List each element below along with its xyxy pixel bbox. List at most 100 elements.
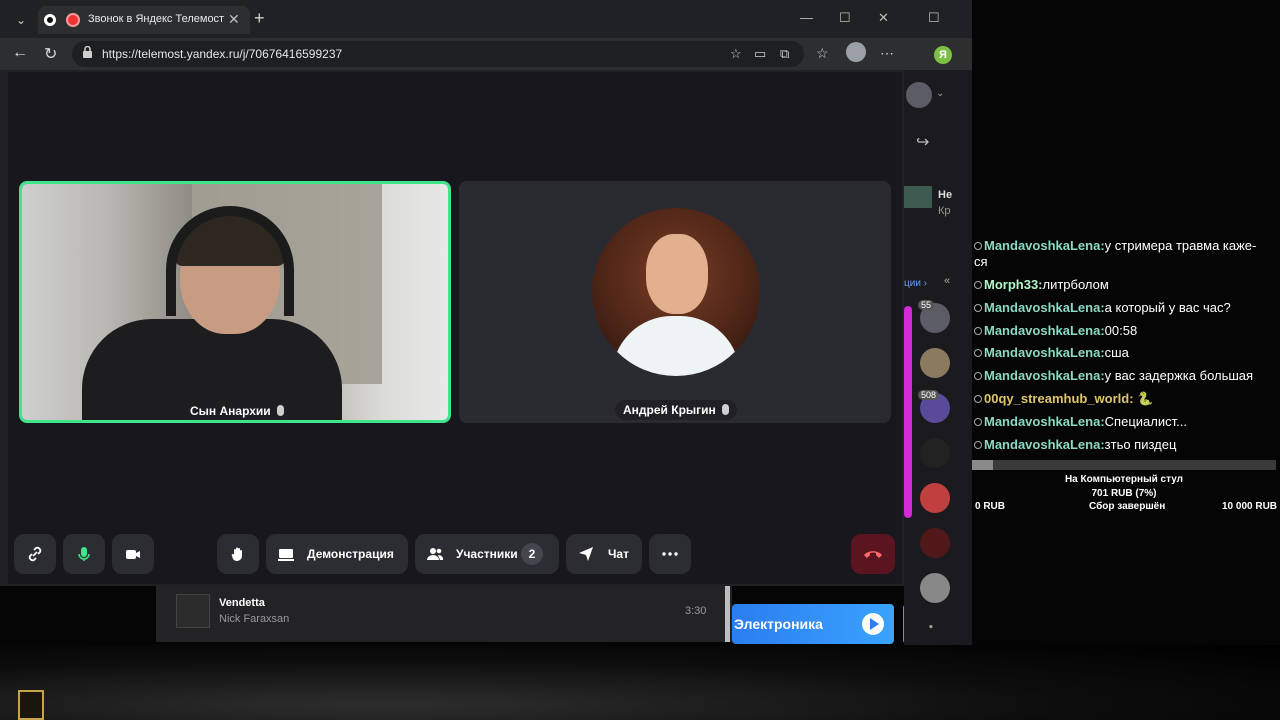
url-text: https://telemost.yandex.ru/j/70676416599… — [102, 47, 343, 61]
chat-message: MandavoshkaLena:зтьо пиздец — [974, 437, 1176, 452]
badge-icon — [974, 281, 982, 289]
participants-count-badge: 2 — [521, 543, 543, 565]
badge-icon — [974, 418, 982, 426]
channel-logo — [18, 690, 44, 720]
new-tab-icon[interactable]: + — [254, 8, 265, 29]
hand-icon — [231, 547, 242, 561]
donation-goal-status: Сбор завершён — [1089, 501, 1166, 512]
donation-goal-amount: 701 RUB (7%) — [1091, 488, 1157, 499]
favorite-star-icon[interactable]: ☆ — [730, 46, 742, 62]
stream-chat: MandavoshkaLena:у стримера травма каже- … — [972, 230, 1280, 480]
participant-name-tag: Сын Анархии — [182, 401, 292, 420]
chat-message-continued: ся — [974, 254, 988, 269]
camera-icon — [126, 550, 140, 559]
stream-background — [0, 645, 1280, 720]
hang-up-icon — [864, 551, 882, 558]
minimize-icon[interactable]: — — [800, 10, 813, 25]
album-cover — [176, 594, 210, 628]
sidebar-item-title: Не — [938, 189, 953, 201]
url-field[interactable]: https://telemost.yandex.ru/j/70676416599… — [72, 41, 804, 67]
channel-avatar[interactable] — [920, 573, 950, 603]
user-avatar[interactable] — [906, 82, 932, 108]
badge-icon — [974, 395, 982, 403]
badge-icon — [974, 441, 982, 449]
participant-tile-other[interactable]: Андрей Крыгин — [459, 181, 891, 423]
favorites-icon[interactable]: ☆ — [816, 45, 829, 62]
chat-message: MandavoshkaLena:Специалист... — [974, 414, 1187, 429]
tab-telemost[interactable]: Звонок в Яндекс Телемосте ✕ — [38, 6, 250, 34]
chat-message: MandavoshkaLena:а который у вас час? — [974, 300, 1231, 315]
badge-icon — [974, 304, 982, 312]
channel-avatar[interactable] — [920, 348, 950, 378]
chat-button[interactable]: Чат — [566, 534, 642, 574]
donation-progress-fill — [972, 460, 994, 470]
screenshot-icon[interactable]: ⧉ — [780, 46, 789, 62]
track-artist: Nick Faraxsan — [219, 613, 290, 625]
chat-bubble-icon[interactable]: ▪ — [929, 621, 933, 633]
donation-progress-bar — [972, 460, 1276, 470]
close-window-icon[interactable]: ✕ — [878, 10, 889, 26]
maximize-icon[interactable]: ☐ — [839, 10, 851, 26]
screen-share-label: Демонстрация — [307, 547, 394, 561]
thumbnail — [904, 186, 932, 208]
more-menu-icon[interactable]: ⋯ — [880, 45, 894, 62]
channel-avatar[interactable] — [920, 483, 950, 513]
participant-tile-self[interactable]: Сын Анархии — [19, 181, 451, 423]
camera-feed — [22, 184, 448, 420]
genre-promo-card[interactable]: Электроника — [732, 604, 894, 644]
play-icon[interactable] — [862, 613, 884, 635]
microphone-icon — [721, 404, 729, 415]
browser-window: ⌄ Звонок в Яндекс Телемосте ✕ + — ☐ ✕ ← … — [0, 0, 904, 586]
badge-icon — [974, 327, 982, 335]
microphone-button[interactable] — [63, 534, 105, 574]
background-browser-window: ☐ Я ⌄ ↪ Не Кр ции › « 55 508 ▪ — [904, 0, 972, 645]
participants-label: Участники — [456, 547, 518, 561]
section-link[interactable]: ции › — [904, 278, 927, 289]
send-icon — [579, 547, 593, 561]
camera-indicator-icon[interactable]: ▭ — [754, 46, 766, 62]
more-options-button[interactable] — [649, 534, 691, 574]
badge-icon — [974, 242, 982, 250]
yandex-icon[interactable]: Я — [934, 46, 952, 64]
person-video — [82, 206, 342, 420]
screen: ⌄ Звонок в Яндекс Телемосте ✕ + — ☐ ✕ ← … — [0, 0, 1280, 720]
invite-link-button[interactable] — [14, 534, 56, 574]
collapse-icon[interactable]: « — [944, 275, 950, 287]
viewer-badge: 55 — [918, 300, 935, 310]
screen-share-button[interactable]: Демонстрация — [266, 534, 408, 574]
chat-message: 00qy_streamhub_world: 🐍 — [974, 391, 1153, 407]
channel-avatar[interactable] — [920, 528, 950, 558]
camera-button[interactable] — [112, 534, 154, 574]
tab-title: Звонок в Яндекс Телемосте — [88, 13, 224, 25]
badge-icon — [974, 372, 982, 380]
microphone-icon — [276, 405, 284, 416]
music-track-row[interactable]: Vendetta Nick Faraxsan 3:30 — [156, 586, 732, 642]
channel-avatar[interactable] — [920, 438, 950, 468]
badge-icon — [974, 349, 982, 357]
participant-video-circle — [592, 208, 760, 376]
chat-message: MandavoshkaLena:у вас задержка большая — [974, 368, 1253, 383]
live-indicator-stripe — [904, 306, 912, 518]
participants-button[interactable]: Участники 2 — [415, 534, 559, 574]
chat-label: Чат — [608, 547, 629, 561]
microphone-icon — [78, 547, 90, 561]
raise-hand-button[interactable] — [217, 534, 259, 574]
back-icon[interactable]: ← — [12, 44, 28, 62]
genre-label: Электроника — [734, 616, 823, 632]
screen-share-icon — [278, 549, 294, 561]
tab-list-button[interactable]: ⌄ — [8, 8, 34, 32]
profile-avatar-icon[interactable] — [846, 42, 866, 62]
chat-message: MandavoshkaLena:00:58 — [974, 323, 1137, 338]
maximize-icon[interactable]: ☐ — [928, 10, 940, 26]
call-area: Сын Анархии Андрей Крыгин Демонстрация У… — [8, 72, 902, 584]
scrollbar[interactable] — [725, 586, 730, 642]
chevron-down-icon[interactable]: ⌄ — [936, 88, 944, 99]
end-call-button[interactable] — [851, 534, 895, 574]
donation-goal-max: 10 000 RUB — [1222, 501, 1278, 512]
donation-goal-min: 0 RUB — [975, 501, 1006, 512]
tab-close-icon[interactable]: ✕ — [228, 11, 240, 28]
reload-icon[interactable]: ↻ — [44, 44, 57, 64]
chat-message: MandavoshkaLena:сша — [974, 345, 1129, 360]
share-icon[interactable]: ↪ — [916, 132, 929, 152]
telemost-favicon-icon — [66, 13, 80, 27]
